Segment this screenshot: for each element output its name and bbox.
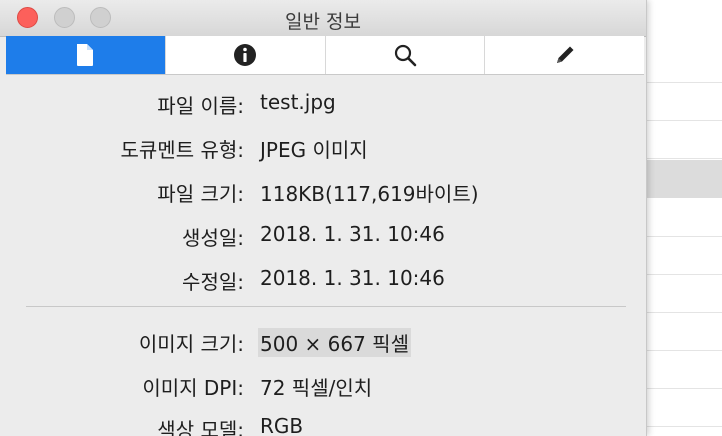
field-label: 생성일: [182,226,244,250]
field-label: 이미지 크기: [138,332,244,356]
background-row [640,82,722,121]
field-label: 이미지 DPI: [142,376,244,400]
title-bar[interactable]: 일반 정보 [0,0,646,37]
tab-general-info[interactable] [6,36,166,74]
tab-more-info[interactable] [166,36,326,74]
info-row-document-type: 도큐멘트 유형: JPEG 이미지 [0,128,646,162]
background-row [640,312,722,351]
field-label: 파일 이름: [157,94,244,118]
background-row [640,198,722,237]
info-row-image-dpi: 이미지 DPI: 72 픽셀/인치 [0,366,646,400]
info-row-modified: 수정일: 2018. 1. 31. 10:46 [0,260,646,294]
window-title: 일반 정보 [285,11,361,33]
field-value-selected[interactable]: 500 × 667 픽셀 [258,328,411,357]
field-label: 파일 크기: [157,182,244,206]
background-row [640,274,722,313]
pencil-icon [553,43,577,67]
field-label: 도큐멘트 유형: [120,138,245,162]
background-row-selected [640,160,722,198]
background-row [640,44,722,83]
background-row [640,350,722,389]
field-value[interactable]: 118KB(117,619바이트) [260,178,479,207]
inspector-panel: 일반 정보 파일 이름: test.jpg 도큐멘트 유형: JPEG 이미지 … [0,0,647,436]
field-label: 색상 모델: [157,418,244,436]
section-divider [26,306,626,307]
background-row [640,236,722,275]
info-row-file-size: 파일 크기: 118KB(117,619바이트) [0,172,646,206]
field-label: 수정일: [182,270,244,294]
field-value[interactable]: 2018. 1. 31. 10:46 [260,222,445,246]
field-value[interactable]: JPEG 이미지 [260,134,368,163]
field-value[interactable]: 72 픽셀/인치 [260,372,372,401]
field-value[interactable]: RGB [260,414,303,436]
tab-search[interactable] [326,36,486,74]
info-row-file-name: 파일 이름: test.jpg [0,84,646,118]
field-value[interactable]: test.jpg [260,90,336,114]
inspector-tabs [6,36,644,75]
tab-annotate[interactable] [485,36,644,74]
background-row [640,120,722,159]
info-row-image-size: 이미지 크기: 500 × 667 픽셀 [0,322,646,357]
info-icon [233,43,257,67]
search-icon [393,43,417,67]
info-row-color-model: 색상 모델: RGB [0,408,646,436]
document-icon [75,43,95,67]
background-row [640,388,722,427]
field-value[interactable]: 2018. 1. 31. 10:46 [260,266,445,290]
info-row-created: 생성일: 2018. 1. 31. 10:46 [0,216,646,250]
